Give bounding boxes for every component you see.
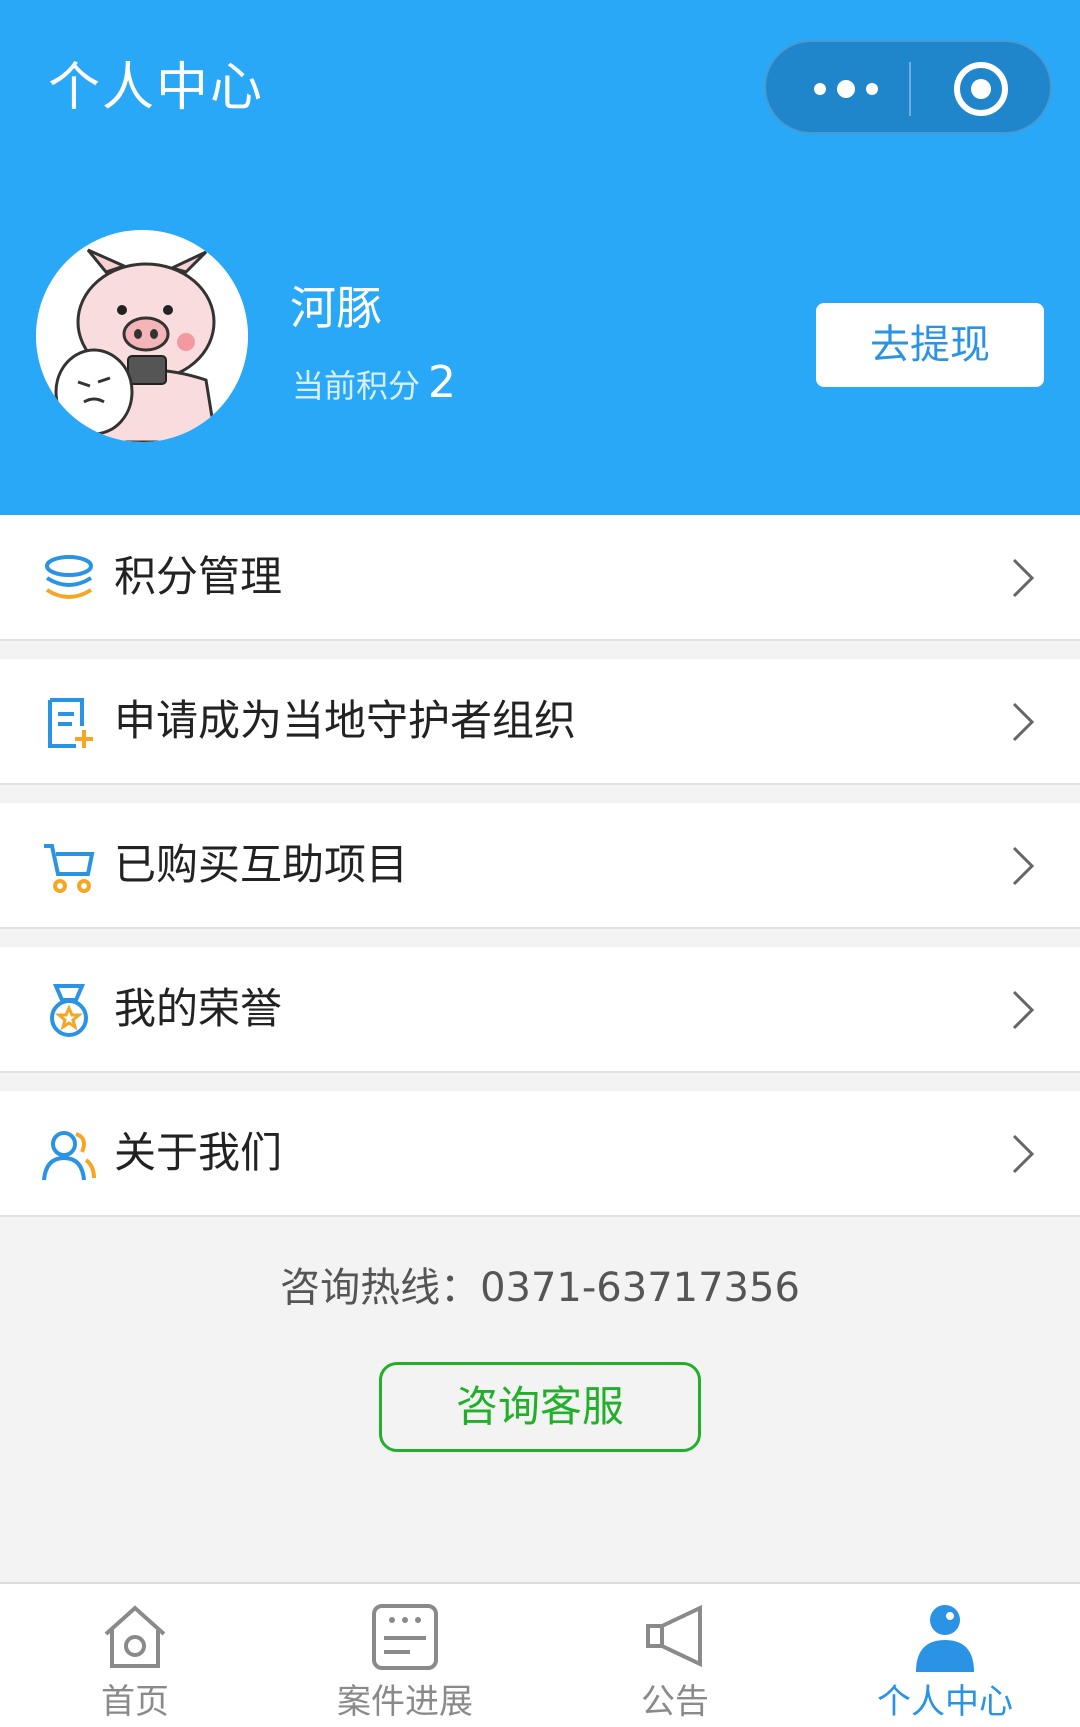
menu-item-apply-guardian[interactable]: 申请成为当地守护者组织 [0,659,1080,785]
pig-avatar-icon [36,230,248,442]
menu-label: 我的荣誉 [114,984,283,1033]
tab-bar: 首页 案件进展 公告 个人中心 [0,1582,1080,1727]
tab-label: 个人中心 [877,1682,1013,1722]
more-dots-icon[interactable] [806,72,886,106]
person-icon [916,1605,974,1672]
points-label: 当前积分 [292,367,421,405]
username: 河豚 [290,281,382,335]
tab-label: 案件进展 [337,1682,473,1722]
users-icon [42,1131,96,1181]
avatar[interactable] [36,230,248,442]
megaphone-icon [646,1604,702,1668]
document-add-icon [48,698,93,748]
mini-program-capsule [764,40,1052,134]
menu-label: 已购买互助项目 [114,840,409,889]
case-board-icon [372,1604,438,1670]
menu-label: 积分管理 [114,552,283,601]
tab-case-progress[interactable]: 案件进展 [270,1584,540,1727]
hotline-text: 咨询热线：0371-63717356 [280,1265,800,1311]
tab-label: 首页 [101,1682,169,1722]
menu-item-my-honors[interactable]: 我的荣誉 [0,947,1080,1073]
shopping-cart-icon [44,844,95,893]
medal-icon [50,984,88,1037]
coins-stack-icon [45,555,93,599]
tab-announcement[interactable]: 公告 [540,1584,810,1727]
chevron-right-icon [1012,990,1035,1030]
chevron-right-icon [1012,702,1035,742]
chevron-right-icon [1012,558,1035,598]
withdraw-button[interactable]: 去提现 [816,303,1044,387]
home-icon [104,1605,166,1668]
target-close-icon[interactable] [950,58,1012,120]
points-row: 当前积分 2 [292,358,456,411]
menu-item-purchased-projects[interactable]: 已购买互助项目 [0,803,1080,929]
chevron-right-icon [1012,1134,1035,1174]
menu-label: 申请成为当地守护者组织 [114,696,577,745]
menu-item-about-us[interactable]: 关于我们 [0,1091,1080,1217]
page-title: 个人中心 [48,58,265,118]
profile-header: 个人中心 河豚 当前积分 2 去提现 [0,0,1080,515]
menu-item-points-management[interactable]: 积分管理 [0,515,1080,641]
tab-personal-center[interactable]: 个人中心 [810,1584,1080,1727]
page: 个人中心 河豚 当前积分 2 去提现 积分管理 申请成为当地守护者组织 已购买互… [0,0,1080,1727]
menu-label: 关于我们 [114,1128,283,1177]
consult-service-button[interactable]: 咨询客服 [379,1362,701,1452]
chevron-right-icon [1012,846,1035,886]
points-value: 2 [428,357,457,408]
tab-label: 公告 [641,1682,709,1722]
capsule-separator [909,62,911,116]
tab-home[interactable]: 首页 [0,1584,270,1727]
